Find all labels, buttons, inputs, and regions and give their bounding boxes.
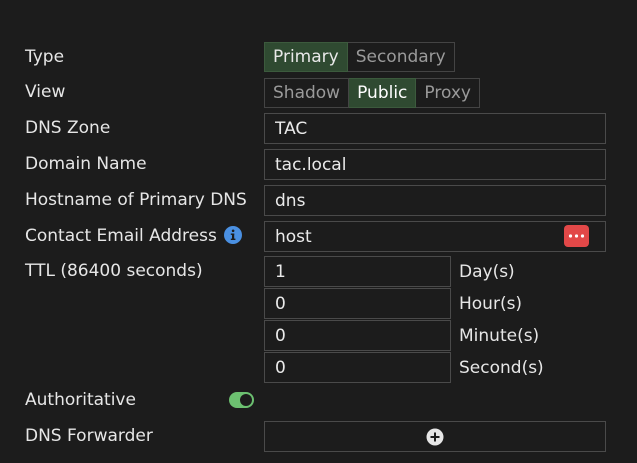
- ttl-minutes-input[interactable]: [264, 320, 451, 351]
- domain-name-input[interactable]: [264, 149, 606, 180]
- info-icon[interactable]: [224, 226, 242, 244]
- type-label: Type: [25, 47, 65, 67]
- ttl-days-input[interactable]: [264, 256, 451, 287]
- contact-email-label: Contact Email Address: [25, 226, 217, 246]
- ttl-seconds-input[interactable]: [264, 352, 451, 383]
- dns-zone-label: DNS Zone: [25, 118, 111, 138]
- ttl-hours-input[interactable]: [264, 288, 451, 319]
- domain-name-label: Domain Name: [25, 154, 147, 174]
- ttl-label: TTL (86400 seconds): [25, 261, 203, 281]
- view-label: View: [25, 82, 66, 102]
- ttl-seconds-unit: Second(s): [459, 358, 544, 378]
- ttl-hours-unit: Hour(s): [459, 294, 523, 314]
- type-option-secondary[interactable]: Secondary: [347, 42, 455, 72]
- dns-zone-input[interactable]: [264, 113, 606, 144]
- type-option-primary[interactable]: Primary: [264, 42, 348, 72]
- toggle-knob: [240, 394, 252, 406]
- authoritative-label: Authoritative: [25, 390, 136, 410]
- password-manager-icon[interactable]: [564, 225, 589, 247]
- dns-forwarder-add-button[interactable]: [264, 421, 606, 452]
- ttl-minutes-unit: Minute(s): [459, 326, 540, 346]
- ttl-days-unit: Day(s): [459, 262, 515, 282]
- contact-email-input[interactable]: [264, 221, 606, 252]
- plus-circle-icon: [426, 428, 444, 445]
- view-option-public[interactable]: Public: [349, 78, 417, 108]
- view-option-proxy[interactable]: Proxy: [416, 78, 480, 108]
- primary-dns-label: Hostname of Primary DNS: [25, 190, 247, 210]
- type-segmented-control: Primary Secondary: [264, 42, 455, 72]
- view-segmented-control: Shadow Public Proxy: [264, 78, 480, 108]
- primary-dns-input[interactable]: [264, 185, 606, 216]
- view-option-shadow[interactable]: Shadow: [264, 78, 350, 108]
- dns-forwarder-label: DNS Forwarder: [25, 426, 153, 446]
- authoritative-toggle[interactable]: [229, 392, 254, 408]
